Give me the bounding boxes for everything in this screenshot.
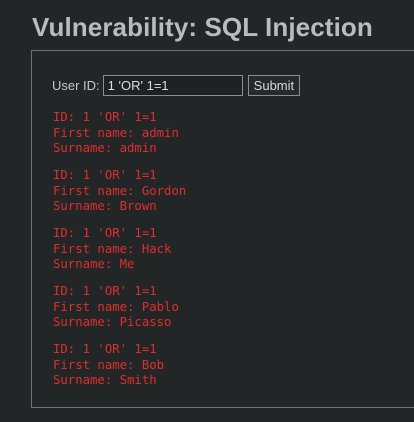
result-id-line: ID: 1 'OR' 1=1 <box>53 284 157 298</box>
result-surname-line: Surname: Smith <box>53 373 157 387</box>
page-title: Vulnerability: SQL Injection <box>32 12 373 42</box>
result-surname-line: Surname: admin <box>53 141 157 155</box>
result-record: ID: 1 'OR' 1=1 First name: admin Surname: … <box>53 110 186 157</box>
query-results: ID: 1 'OR' 1=1 First name: admin Surname: … <box>53 110 186 400</box>
result-surname-line: Surname: Picasso <box>53 315 172 329</box>
result-first-name-line: First name: Pablo <box>53 299 179 314</box>
user-id-form: User ID: Submit <box>52 75 301 96</box>
result-first-name-line: First name: Bob <box>53 357 165 372</box>
result-id-line: ID: 1 'OR' 1=1 <box>53 342 157 356</box>
result-id-line: ID: 1 'OR' 1=1 <box>53 168 157 182</box>
result-id-line: ID: 1 'OR' 1=1 <box>53 226 157 240</box>
result-id-line: ID: 1 'OR' 1=1 <box>53 110 157 124</box>
result-surname-line: Surname: Me <box>53 257 135 271</box>
result-record: ID: 1 'OR' 1=1 First name: Gordon Surname:… <box>53 168 186 215</box>
user-id-input[interactable] <box>102 75 243 96</box>
result-record: ID: 1 'OR' 1=1 First name: Pablo Surname: … <box>53 284 186 331</box>
result-first-name-line: First name: admin <box>53 125 179 140</box>
result-first-name-line: First name: Gordon <box>53 183 187 198</box>
result-record: ID: 1 'OR' 1=1 First name: Bob Surname: Sm… <box>53 342 186 389</box>
result-first-name-line: First name: Hack <box>53 241 172 256</box>
user-id-label: User ID: <box>52 78 100 93</box>
result-record: ID: 1 'OR' 1=1 First name: Hack Surname: M… <box>53 226 186 273</box>
submit-button[interactable]: Submit <box>247 75 301 96</box>
result-surname-line: Surname: Brown <box>53 199 157 213</box>
